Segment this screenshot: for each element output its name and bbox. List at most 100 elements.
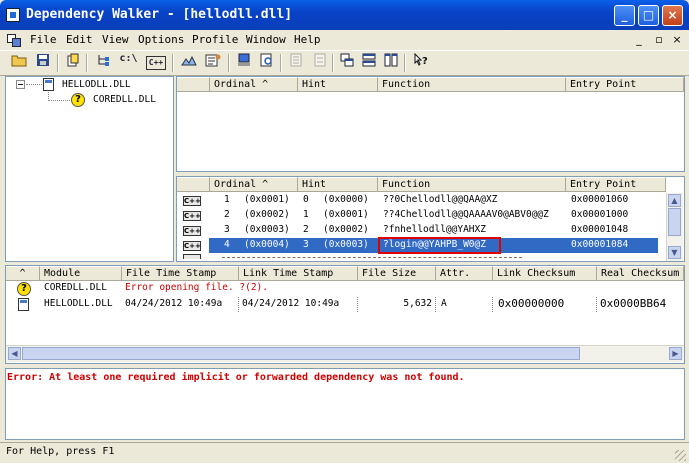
copy-icon[interactable] xyxy=(62,53,83,73)
export-function: ?fnhellodll@@YAHXZ xyxy=(383,224,486,235)
tree-item-root[interactable]: HELLODLL.DLL xyxy=(62,78,131,92)
document-icon[interactable] xyxy=(6,33,21,47)
log-error-message: Error: At least one required implicit or… xyxy=(7,372,465,383)
system-info-icon[interactable] xyxy=(233,53,254,73)
context-help-icon[interactable]: ? xyxy=(410,52,431,73)
export-entry-point: 0x00001048 xyxy=(571,224,629,235)
tile-vertical-icon[interactable] xyxy=(380,53,401,73)
export-num: 1 xyxy=(224,194,230,205)
column-header-ordinal[interactable]: Ordinal ^ xyxy=(210,77,298,92)
module-name: HELLODLL.DLL xyxy=(44,298,113,309)
column-header-hint[interactable]: Hint xyxy=(298,177,378,192)
export-num: 4 xyxy=(224,239,230,250)
column-header-attr[interactable]: Attr. xyxy=(436,266,493,281)
column-header-link-checksum[interactable]: Link Checksum xyxy=(493,266,597,281)
export-num: 3 xyxy=(224,224,230,235)
export-ordinal: (0x0003) xyxy=(244,224,290,235)
column-header-hint[interactable]: Hint xyxy=(298,77,378,92)
missing-module-icon: ? xyxy=(17,282,31,296)
table-row[interactable] xyxy=(6,281,684,296)
column-header-icon[interactable] xyxy=(177,177,210,192)
properties-icon[interactable] xyxy=(202,53,223,73)
missing-module-icon: ? xyxy=(71,93,85,107)
dependency-tree-icon[interactable] xyxy=(92,53,113,73)
column-header-module[interactable]: Module xyxy=(40,266,122,281)
export-hint-num: 3 xyxy=(303,239,309,250)
cascade-icon[interactable] xyxy=(336,53,357,73)
column-header-ordinal[interactable]: Ordinal ^ xyxy=(210,177,298,192)
module-file-time-stamp: 04/24/2012 10:49a xyxy=(125,298,223,309)
column-header-file-size[interactable]: File Size xyxy=(358,266,436,281)
menu-window[interactable]: Window xyxy=(246,33,286,46)
column-header-entry-point[interactable]: Entry Point xyxy=(566,77,684,92)
scroll-up-button[interactable]: ▲ xyxy=(668,194,681,207)
toolbar-separator xyxy=(228,54,230,72)
export-function: ??0Chellodll@@QAA@XZ xyxy=(383,194,498,205)
column-header-real-checksum[interactable]: Real Checksum xyxy=(597,266,684,281)
scroll-down-button[interactable]: ▼ xyxy=(668,246,681,259)
toolbar-separator xyxy=(280,54,282,72)
export-ordinal: (0x0004) xyxy=(244,239,290,250)
export-hint: (0x0000) xyxy=(323,194,369,205)
module-real-checksum: 0x0000BB64 xyxy=(600,297,667,310)
column-header-sort[interactable]: ^ xyxy=(6,266,40,281)
tile-horizontal-icon[interactable] xyxy=(358,53,379,73)
scroll-thumb[interactable] xyxy=(668,208,681,236)
export-hint: (0x0002) xyxy=(323,224,369,235)
tree-item-child[interactable]: COREDLL.DLL xyxy=(93,93,156,107)
column-header-function[interactable]: Function xyxy=(378,77,566,92)
export-function: ??4Chellodll@@QAAAAV0@ABV0@@Z xyxy=(383,209,549,220)
cell-divider xyxy=(596,297,597,312)
cpp-function-icon xyxy=(183,254,201,259)
export-entry-point: 0x00001000 xyxy=(571,209,629,220)
column-header-file-time-stamp[interactable]: File Time Stamp xyxy=(122,266,239,281)
menu-options[interactable]: Options xyxy=(138,33,184,46)
app-icon xyxy=(6,8,20,22)
menu-edit[interactable]: Edit xyxy=(66,33,93,46)
toolbar-separator xyxy=(404,54,406,72)
highlight-module-icon[interactable] xyxy=(309,53,330,73)
cpp-function-icon: C++ xyxy=(183,196,201,206)
export-ordinal: (0x0001) xyxy=(244,194,290,205)
minimize-button[interactable]: _ xyxy=(614,5,635,26)
tree-collapse-toggle[interactable]: − xyxy=(16,80,25,89)
toolbar-separator xyxy=(172,54,174,72)
scroll-right-button[interactable]: ▶ xyxy=(669,347,682,360)
module-name: COREDLL.DLL xyxy=(44,282,107,293)
window-title: Dependency Walker - [hellodll.dll] xyxy=(26,7,293,22)
export-entry-point: 0x00001060 xyxy=(571,194,629,205)
module-file-size: 5,632 xyxy=(403,298,432,309)
export-num: 2 xyxy=(224,209,230,220)
menu-file[interactable]: File xyxy=(30,33,57,46)
column-header-function[interactable]: Function xyxy=(378,177,566,192)
export-hint-num: 1 xyxy=(303,209,309,220)
menu-view[interactable]: View xyxy=(102,33,129,46)
auto-expand-icon[interactable] xyxy=(178,53,199,73)
mdi-restore-button[interactable]: ▫ xyxy=(652,33,666,47)
column-header-entry-point[interactable]: Entry Point xyxy=(566,177,666,192)
search-icon[interactable] xyxy=(256,53,277,73)
highlight-match-icon[interactable] xyxy=(285,53,306,73)
column-header-icon[interactable] xyxy=(177,77,210,92)
status-text: For Help, press F1 xyxy=(6,446,115,457)
resize-grip[interactable] xyxy=(675,450,686,461)
export-hint-num: 0 xyxy=(303,194,309,205)
tree-connector xyxy=(26,84,42,85)
mdi-close-button[interactable]: × xyxy=(670,33,684,47)
cpp-function-icon: C++ xyxy=(183,226,201,236)
menu-help[interactable]: Help xyxy=(294,33,321,46)
scroll-thumb[interactable] xyxy=(22,347,580,360)
close-button[interactable]: × xyxy=(662,5,683,26)
maximize-button[interactable]: □ xyxy=(638,5,659,26)
module-link-time-stamp: 04/24/2012 10:49a xyxy=(242,298,340,309)
scroll-left-button[interactable]: ◀ xyxy=(8,347,21,360)
menu-profile[interactable]: Profile xyxy=(192,33,238,46)
cell-divider xyxy=(238,297,239,312)
undecorate-cpp-button[interactable]: C++ xyxy=(146,56,166,70)
tree-connector xyxy=(48,100,70,101)
column-header-link-time-stamp[interactable]: Link Time Stamp xyxy=(239,266,358,281)
full-paths-button[interactable]: c:\ xyxy=(118,53,139,73)
open-folder-icon[interactable] xyxy=(8,53,29,73)
save-icon[interactable] xyxy=(32,53,53,73)
mdi-minimize-button[interactable]: _ xyxy=(632,33,646,47)
